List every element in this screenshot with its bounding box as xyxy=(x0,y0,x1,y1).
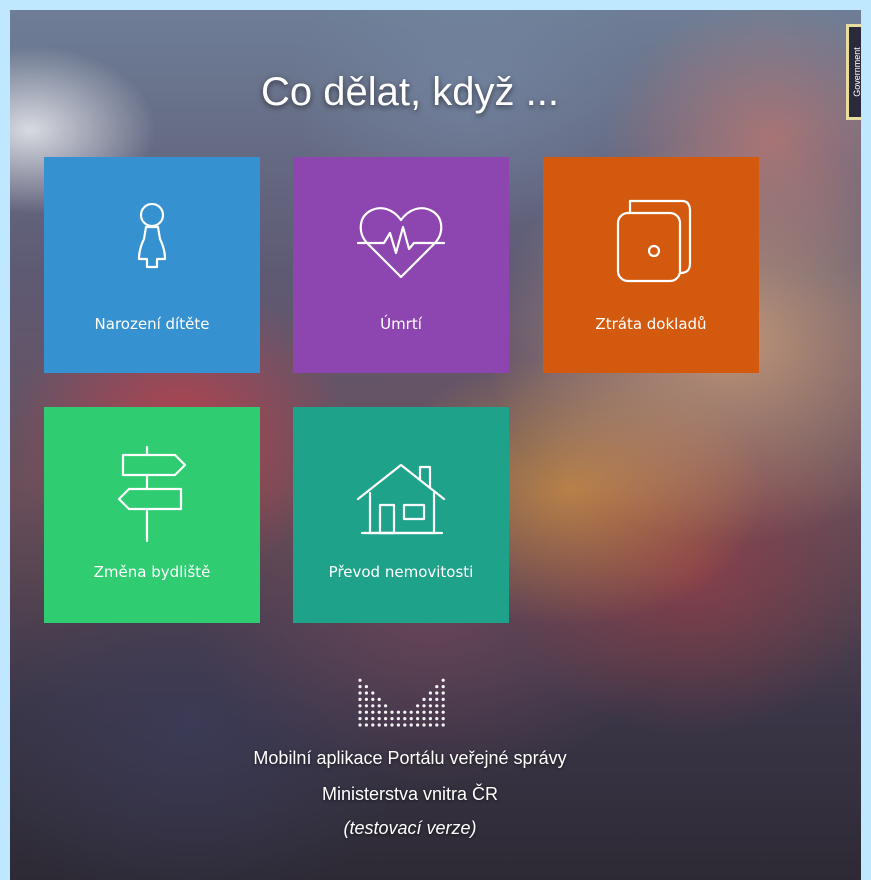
page-title: Co dělat, když ... xyxy=(261,70,559,114)
government-badge-text: Government xyxy=(852,47,861,97)
tile-birth[interactable]: Narození dítěte xyxy=(44,157,260,373)
tile-death-label: Úmrtí xyxy=(380,315,422,333)
heartbeat-icon xyxy=(356,207,446,279)
footer-line-app: Mobilní aplikace Portálu veřejné správy xyxy=(253,748,567,768)
tile-lost-documents[interactable]: Ztráta dokladů xyxy=(543,157,759,373)
house-icon xyxy=(356,463,446,535)
signpost-icon xyxy=(117,445,187,543)
child-icon xyxy=(137,202,167,269)
footer-line-test-version: (testovací verze) xyxy=(343,818,477,838)
app-screen: Co dělat, když ... Government Narození d… xyxy=(10,10,861,880)
tile-property-transfer[interactable]: Převod nemovitosti xyxy=(293,407,509,623)
tile-change-residence[interactable]: Změna bydliště xyxy=(44,407,260,623)
wallet-icon xyxy=(616,199,692,283)
tile-birth-label: Narození dítěte xyxy=(94,315,210,333)
tile-lost-documents-label: Ztráta dokladů xyxy=(595,315,707,333)
tile-property-transfer-label: Převod nemovitosti xyxy=(328,563,474,581)
portal-logo-icon xyxy=(358,678,445,727)
government-badge[interactable]: Government xyxy=(846,24,861,120)
footer-line-ministry: Ministerstva vnitra ČR xyxy=(321,784,499,804)
tile-change-residence-label: Změna bydliště xyxy=(93,563,211,581)
tile-death[interactable]: Úmrtí xyxy=(293,157,509,373)
